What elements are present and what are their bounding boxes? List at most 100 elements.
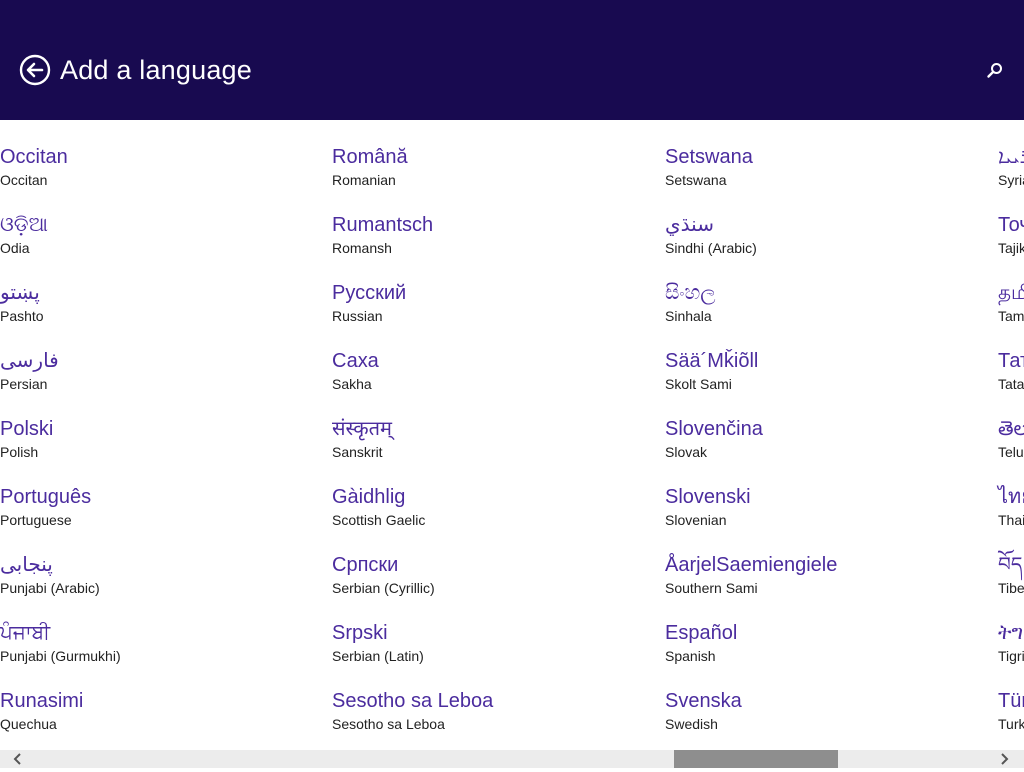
language-native-name: Română	[332, 146, 408, 168]
language-native-name: سنڌي	[665, 214, 714, 236]
language-native-name: Español	[665, 622, 738, 644]
language-item[interactable]: Polski Polish	[0, 416, 320, 484]
language-native-name: پښتو	[0, 282, 40, 304]
language-native-name: ÅarjelSaemiengiele	[665, 554, 838, 576]
language-native-name: བོད	[998, 554, 1023, 576]
language-item[interactable]: Português Portuguese	[0, 484, 320, 552]
language-english-name: Russian	[332, 308, 383, 324]
language-english-name: Serbian (Cyrillic)	[332, 580, 435, 596]
language-english-name: Portuguese	[0, 512, 72, 528]
language-english-name: Southern Sami	[665, 580, 758, 596]
language-english-name: Sesotho sa Leboa	[332, 716, 445, 732]
search-button[interactable]	[985, 60, 1005, 80]
language-native-name: संस्कृतम्	[332, 418, 393, 440]
language-item[interactable]: Occitan Occitan	[0, 144, 320, 212]
language-grid: Occitan Occitan ଓଡ଼ିଆ Odia پښتو Pashto فارس…	[0, 120, 1024, 750]
language-item[interactable]: Sesotho sa Leboa Sesotho sa Leboa	[332, 688, 652, 750]
language-item[interactable]: Gàidhlig Scottish Gaelic	[332, 484, 652, 552]
language-item[interactable]: Саха Sakha	[332, 348, 652, 416]
language-item[interactable]: ትግ Tigri	[998, 620, 1024, 688]
language-english-name: Occitan	[0, 172, 48, 188]
language-english-name: Spanish	[665, 648, 716, 664]
language-native-name: తెలు	[998, 418, 1024, 440]
language-item[interactable]: Tür Turk	[998, 688, 1024, 750]
language-item[interactable]: Svenska Swedish	[665, 688, 985, 750]
scrollbar-thumb[interactable]	[674, 750, 838, 768]
language-item[interactable]: فارسی Persian	[0, 348, 320, 416]
language-english-name: Setswana	[665, 172, 727, 188]
language-english-name: Punjabi (Gurmukhi)	[0, 648, 121, 664]
language-item[interactable]: پنجابی Punjabi (Arabic)	[0, 552, 320, 620]
back-button[interactable]	[19, 54, 51, 86]
language-english-name: Sanskrit	[332, 444, 383, 460]
language-native-name: Setswana	[665, 146, 753, 168]
language-english-name: Tata	[998, 376, 1024, 392]
language-native-name: Occitan	[0, 146, 68, 168]
language-item[interactable]: සිංහල Sinhala	[665, 280, 985, 348]
language-item[interactable]: संस्कृतम् Sanskrit	[332, 416, 652, 484]
language-english-name: Sakha	[332, 376, 372, 392]
language-native-name: ܣܘܪܝܝܐ	[998, 146, 1024, 168]
language-item[interactable]: Тат Tata	[998, 348, 1024, 416]
language-native-name: Gàidhlig	[332, 486, 406, 508]
language-english-name: Skolt Sami	[665, 376, 732, 392]
language-native-name: ไทย	[998, 486, 1024, 508]
language-native-name: Svenska	[665, 690, 742, 712]
chevron-right-icon	[1001, 753, 1009, 765]
language-item[interactable]: ÅarjelSaemiengiele Southern Sami	[665, 552, 985, 620]
language-item[interactable]: ไทย Thai	[998, 484, 1024, 552]
language-english-name: Persian	[0, 376, 48, 392]
language-column-3: Setswana Setswana سنڌي Sindhi (Arabic) සිං…	[665, 144, 985, 750]
language-item[interactable]: བོད Tibe	[998, 552, 1024, 620]
language-item[interactable]: Sää´Mǩiõll Skolt Sami	[665, 348, 985, 416]
language-item[interactable]: سنڌي Sindhi (Arabic)	[665, 212, 985, 280]
language-item[interactable]: Rumantsch Romansh	[332, 212, 652, 280]
language-native-name: Runasimi	[0, 690, 84, 712]
language-native-name: ትግ	[998, 622, 1024, 644]
language-english-name: Slovenian	[665, 512, 727, 528]
language-native-name: Sesotho sa Leboa	[332, 690, 494, 712]
language-native-name: Tür	[998, 690, 1024, 712]
language-native-name: Srpski	[332, 622, 388, 644]
language-item[interactable]: தமி Tam	[998, 280, 1024, 348]
language-item[interactable]: Español Spanish	[665, 620, 985, 688]
language-english-name: Telu	[998, 444, 1024, 460]
language-native-name: Rumantsch	[332, 214, 434, 236]
language-english-name: Punjabi (Arabic)	[0, 580, 100, 596]
language-english-name: Sinhala	[665, 308, 712, 324]
language-item[interactable]: Setswana Setswana	[665, 144, 985, 212]
language-native-name: Português	[0, 486, 92, 508]
language-item[interactable]: Slovenčina Slovak	[665, 416, 985, 484]
language-item[interactable]: Runasimi Quechua	[0, 688, 320, 750]
language-english-name: Serbian (Latin)	[332, 648, 424, 664]
language-item[interactable]: Română Romanian	[332, 144, 652, 212]
language-item[interactable]: Русский Russian	[332, 280, 652, 348]
language-item[interactable]: Slovenski Slovenian	[665, 484, 985, 552]
language-item[interactable]: ܣܘܪܝܝܐ Syria	[998, 144, 1024, 212]
scroll-left-button[interactable]	[10, 751, 26, 767]
language-item[interactable]: Српски Serbian (Cyrillic)	[332, 552, 652, 620]
language-item[interactable]: پښتو Pashto	[0, 280, 320, 348]
language-english-name: Turk	[998, 716, 1024, 732]
language-english-name: Swedish	[665, 716, 718, 732]
scroll-right-button[interactable]	[996, 751, 1012, 767]
language-english-name: Tibe	[998, 580, 1024, 596]
language-item[interactable]: Srpski Serbian (Latin)	[332, 620, 652, 688]
language-native-name: Саха	[332, 350, 379, 372]
language-english-name: Romansh	[332, 240, 392, 256]
language-english-name: Sindhi (Arabic)	[665, 240, 757, 256]
language-english-name: Syria	[998, 172, 1024, 188]
language-english-name: Pashto	[0, 308, 44, 324]
language-item[interactable]: తెలు Telu	[998, 416, 1024, 484]
language-native-name: پنجابی	[0, 554, 53, 576]
language-native-name: Српски	[332, 554, 399, 576]
horizontal-scrollbar[interactable]	[0, 750, 1024, 768]
language-native-name: Тоҷ	[998, 214, 1024, 236]
language-item[interactable]: ଓଡ଼ିଆ Odia	[0, 212, 320, 280]
language-native-name: Slovenski	[665, 486, 751, 508]
language-item[interactable]: Тоҷ Tajik	[998, 212, 1024, 280]
language-english-name: Odia	[0, 240, 30, 256]
language-column-1: Occitan Occitan ଓଡ଼ିଆ Odia پښتو Pashto فارس…	[0, 144, 320, 750]
language-item[interactable]: ਪੰਜਾਬੀ Punjabi (Gurmukhi)	[0, 620, 320, 688]
language-english-name: Tam	[998, 308, 1024, 324]
